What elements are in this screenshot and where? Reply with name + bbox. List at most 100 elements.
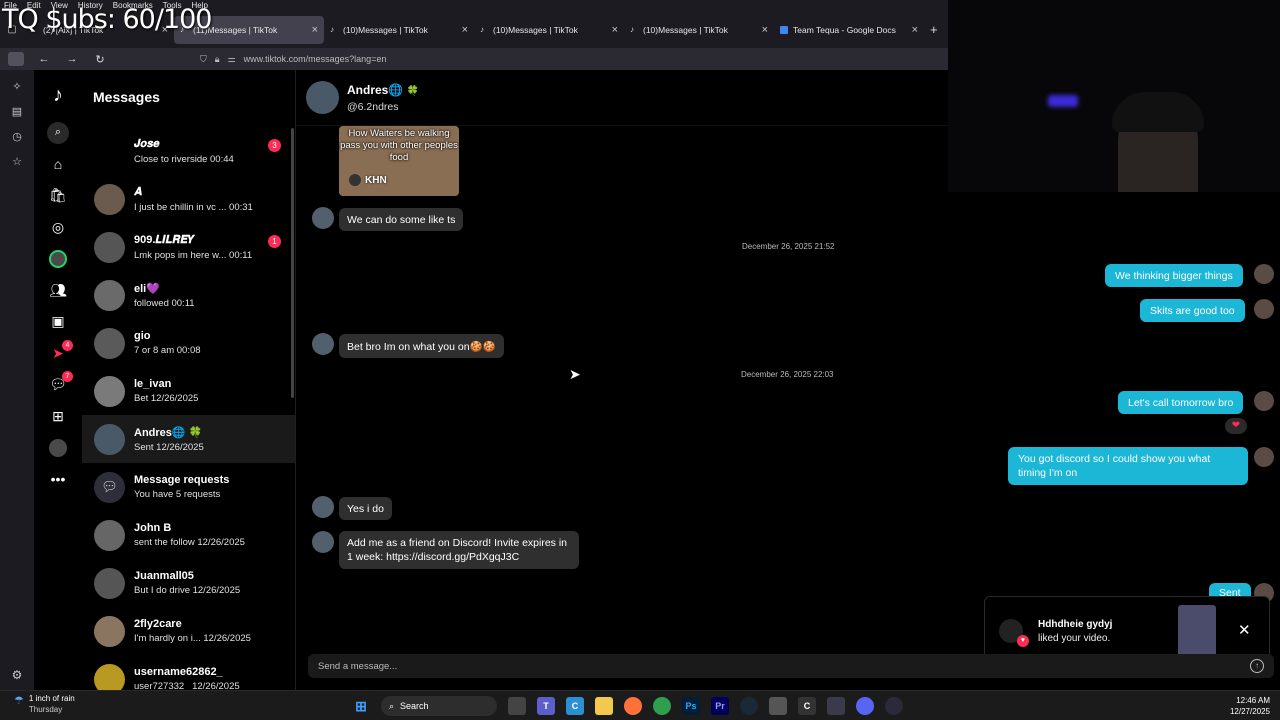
close-icon[interactable]: × (612, 24, 618, 36)
browser-tab[interactable]: ♪ (10)Messages | TikTok × (624, 16, 774, 44)
avatar[interactable] (1254, 299, 1274, 319)
nav-more[interactable]: ••• (34, 464, 82, 496)
conversation-item[interactable]: 909.𝑳𝑰𝑳𝑹𝑬𝒀 Lmk pops im here w... 00:11 1 (82, 223, 295, 271)
conversation-preview: Close to riverside 00:44 (134, 153, 234, 165)
capcut-icon[interactable]: C (798, 697, 816, 715)
nav-live[interactable]: ▣ (34, 306, 82, 338)
taskbar-search[interactable]: ⌕ Search (381, 696, 497, 716)
browser-tab[interactable]: ♪ (10)Messages | TikTok × (324, 16, 474, 44)
gear-icon[interactable]: ⚙ (12, 668, 23, 682)
lock-icon[interactable]: 🔒︎ (215, 54, 220, 65)
conversation-item[interactable]: username62862_ user727332_ 12/26/2025 (82, 655, 295, 690)
copilot-icon[interactable]: C (566, 697, 584, 715)
chat-contact-handle[interactable]: @6.2ndres (347, 101, 419, 113)
message-requests-item[interactable]: 💬︎ Message requests You have 5 requests (82, 463, 295, 511)
taskbar-clock[interactable]: 12:46 AM 12/27/2025 (1230, 695, 1270, 717)
avatar[interactable] (312, 333, 334, 355)
incoming-message: Bet bro Im on what you on🍪🍪 (339, 334, 504, 358)
clock-time: 12:46 AM (1236, 696, 1270, 705)
avatar[interactable] (312, 207, 334, 229)
conversation-item-selected[interactable]: Andres🌐 🍀 Sent 12/26/2025 (82, 415, 295, 463)
unread-badge: 1 (268, 235, 281, 248)
back-icon[interactable]: ← (36, 53, 52, 65)
nav-shop[interactable]: 🛍︎ (34, 180, 82, 212)
chat-contact-name[interactable]: Andres🌐 (347, 83, 403, 97)
firefox-icon[interactable] (624, 697, 642, 715)
url-bar[interactable]: ⛉ 🔒︎ ⚌ www.tiktok.com/messages?lang=en (200, 54, 386, 65)
obs-icon[interactable] (885, 697, 903, 715)
close-icon[interactable]: ✕ (1238, 621, 1251, 639)
history-icon[interactable]: ◷ (12, 130, 22, 143)
teams-icon[interactable]: T (537, 697, 555, 715)
incoming-message[interactable]: Add me as a friend on Discord! Invite ex… (339, 531, 579, 569)
conversation-item[interactable]: 𝑨 I just be chillin in vc ... 00:31 (82, 175, 295, 223)
reload-icon[interactable]: ↻ (92, 53, 108, 66)
close-icon[interactable]: × (912, 24, 918, 36)
sidebar-toggle-icon[interactable] (8, 52, 24, 66)
webcam-overlay (948, 0, 1280, 192)
tiktok-logo-icon[interactable]: ♪ (53, 84, 63, 107)
new-tab-icon[interactable]: + (930, 22, 938, 37)
forward-icon[interactable]: → (64, 53, 80, 65)
avatar[interactable] (1254, 447, 1274, 467)
ai-chat-icon[interactable]: ✧ (12, 80, 21, 93)
close-icon[interactable]: × (462, 24, 468, 36)
avatar[interactable] (306, 81, 339, 114)
bookmarks-icon[interactable]: ☆ (12, 155, 22, 168)
conversation-item[interactable]: 2fly2care I'm hardly on i... 12/26/2025 (82, 607, 295, 655)
nav-home[interactable]: ⌂ (34, 149, 82, 181)
chrome-icon[interactable] (653, 697, 671, 715)
file-explorer-icon[interactable] (595, 697, 613, 715)
avatar[interactable] (1254, 264, 1274, 284)
conversation-name: 2fly2care (134, 618, 182, 630)
search-icon: ⌕ (389, 700, 395, 711)
conversation-item[interactable]: John B sent the follow 12/26/2025 (82, 511, 295, 559)
browser-tab[interactable]: Team Tequa - Google Docs × (774, 16, 924, 44)
avatar[interactable] (312, 496, 334, 518)
avatar[interactable] (1254, 391, 1274, 411)
shared-video-card[interactable]: How Waiters be walking pass you with oth… (339, 126, 459, 196)
photoshop-icon[interactable]: Ps (682, 697, 700, 715)
nav-activity[interactable]: ➤ 4 (34, 338, 82, 370)
close-icon[interactable]: × (312, 24, 318, 36)
conversation-item[interactable]: Juanmall05 But I do drive 12/26/2025 (82, 559, 295, 607)
nav-friends[interactable]: 👥︎ (34, 275, 82, 307)
weather-widget[interactable]: ☂ 1 inch of rain Thursday (14, 694, 75, 714)
scrollbar[interactable] (291, 128, 294, 398)
conversation-preview: user727332_ 12/26/2025 (134, 681, 240, 690)
url-text[interactable]: www.tiktok.com/messages?lang=en (244, 54, 387, 64)
avatar (349, 174, 361, 186)
conversation-item[interactable]: eli💜 followed 00:11 (82, 271, 295, 319)
terminal-icon[interactable] (827, 697, 845, 715)
conversation-item[interactable]: 𝑱𝒐𝒔𝒆 Close to riverside 00:44 3 (82, 127, 295, 175)
premiere-icon[interactable]: Pr (711, 697, 729, 715)
avatar[interactable] (312, 531, 334, 553)
task-view-icon[interactable] (508, 697, 526, 715)
rgb-light (1048, 95, 1078, 107)
steam-icon[interactable] (740, 697, 758, 715)
shield-icon[interactable]: ⛉ (200, 54, 207, 65)
message-input[interactable] (318, 660, 1218, 672)
store-icon[interactable] (769, 697, 787, 715)
nav-following[interactable] (34, 243, 82, 275)
discord-icon[interactable] (856, 697, 874, 715)
nav-search[interactable]: ⌕ (34, 117, 82, 149)
google-docs-icon (780, 25, 788, 34)
clock-date: 12/27/2025 (1229, 707, 1270, 716)
nav-profile[interactable] (34, 432, 82, 464)
conversation-item[interactable]: le_ivan Bet 12/26/2025 (82, 367, 295, 415)
heart-reaction-icon[interactable]: ❤ (1225, 418, 1247, 434)
send-icon[interactable]: ↑ (1250, 659, 1264, 673)
permissions-icon[interactable]: ⚌ (228, 54, 236, 65)
synced-tabs-icon[interactable]: ▤ (12, 105, 22, 118)
browser-tab[interactable]: ♪ (10)Messages | TikTok × (474, 16, 624, 44)
windows-start-icon[interactable]: ⊞ (352, 697, 370, 715)
tiktok-nav-rail: ♪ ⌕ ⌂ 🛍︎ ◎ 👥︎ ▣ ➤ 4 💬︎ 7 ⊞ ••• (34, 70, 82, 690)
nav-upload[interactable]: ⊞ (34, 401, 82, 433)
conversation-preview: 7 or 8 am 00:08 (134, 345, 201, 356)
video-thumbnail[interactable] (1178, 605, 1216, 657)
nav-messages[interactable]: 💬︎ 7 (34, 369, 82, 401)
nav-explore[interactable]: ◎ (34, 212, 82, 244)
conversation-item[interactable]: gio 7 or 8 am 00:08 (82, 319, 295, 367)
close-icon[interactable]: × (762, 24, 768, 36)
